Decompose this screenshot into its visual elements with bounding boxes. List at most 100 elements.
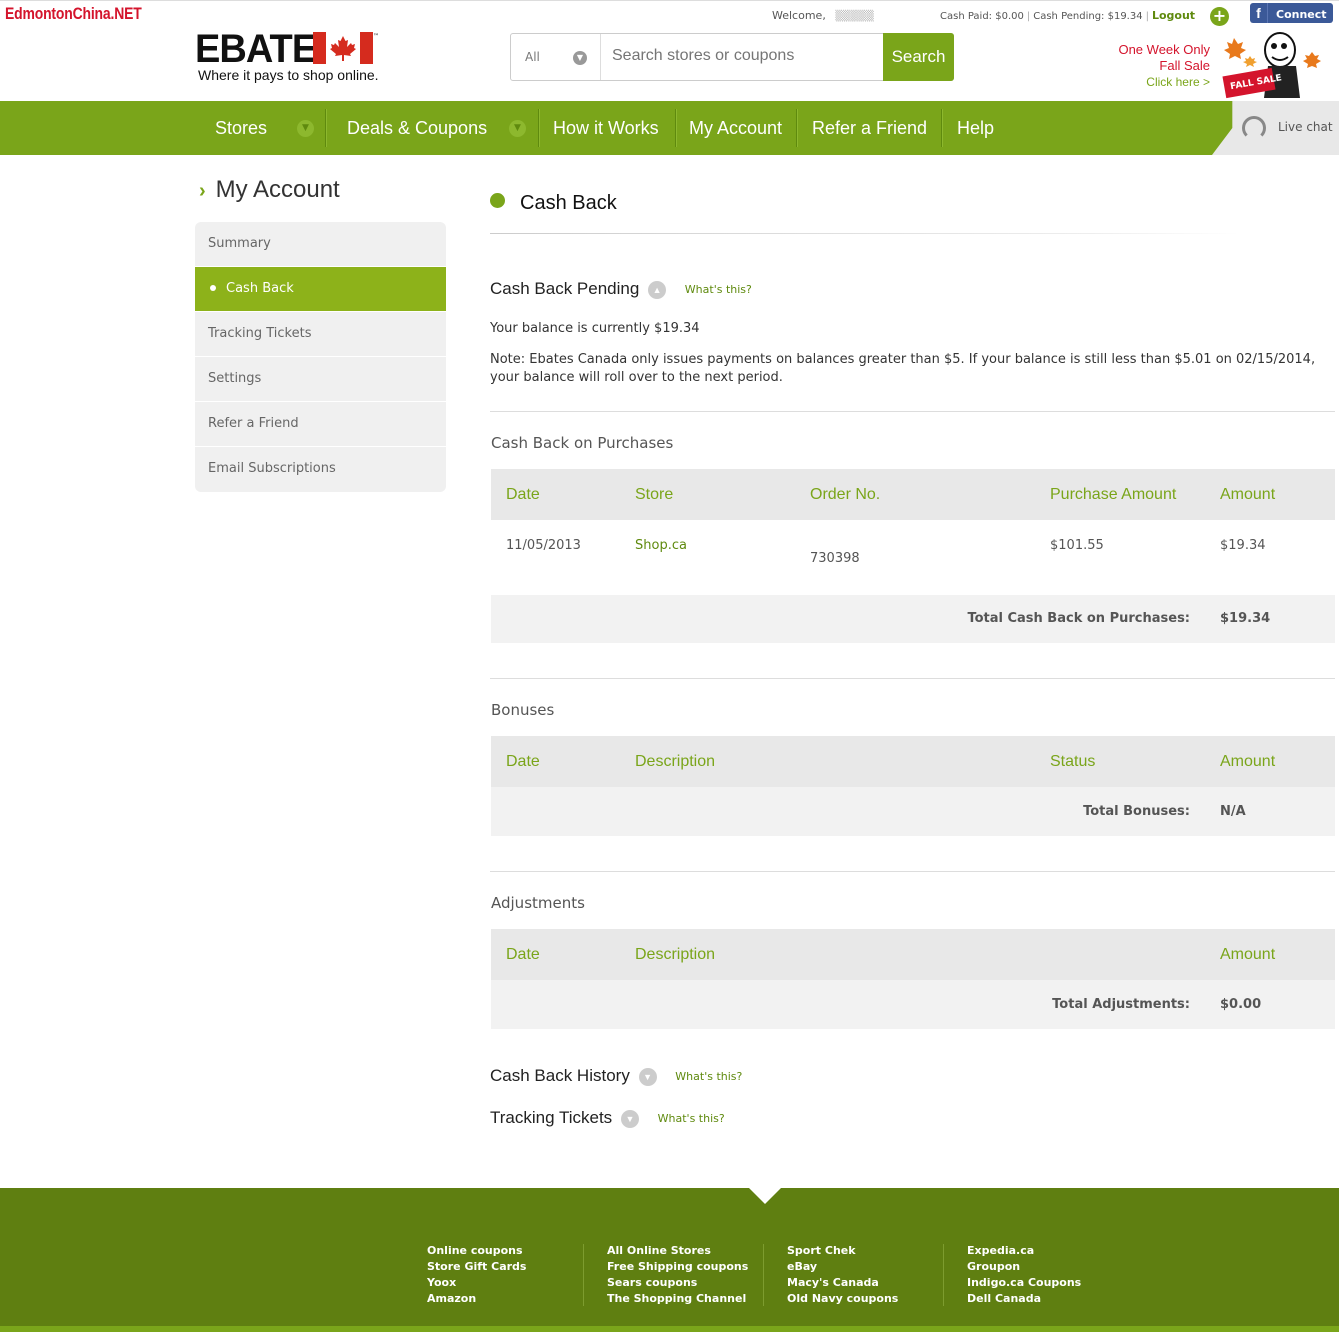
chevron-up-icon[interactable]: ▲ — [648, 280, 667, 299]
balance-text: Your balance is currently $19.34 — [490, 321, 700, 336]
canada-flag-icon: ™ — [313, 32, 379, 64]
logout-link[interactable]: Logout — [1152, 9, 1195, 22]
footer-notch — [749, 1188, 781, 1204]
chevron-down-icon[interactable]: ▼ — [620, 1109, 639, 1128]
column-header-description[interactable]: Description — [635, 753, 715, 771]
nav-divider — [941, 109, 942, 147]
purchases-heading: Cash Back on Purchases — [491, 434, 674, 452]
chevron-down-icon[interactable]: ▼ — [509, 120, 526, 137]
payment-note: Note: Ebates Canada only issues payments… — [490, 352, 1316, 385]
footer-column-4: Expedia.ca Groupon Indigo.ca Coupons Del… — [967, 1243, 1081, 1307]
nav-refer-a-friend[interactable]: Refer a Friend — [812, 101, 927, 155]
footer-link[interactable]: Online coupons — [427, 1243, 526, 1259]
search-input[interactable] — [612, 47, 872, 65]
purchases-total-row: Total Cash Back on Purchases: $19.34 — [491, 595, 1335, 643]
footer-link[interactable]: Sears coupons — [607, 1275, 748, 1291]
footer-link[interactable]: Yoox — [427, 1275, 526, 1291]
search-category-select[interactable]: All ▼ — [511, 34, 601, 80]
nav-my-account[interactable]: My Account — [689, 101, 782, 155]
total-value: $0.00 — [1220, 997, 1262, 1012]
column-header-description[interactable]: Description — [635, 946, 715, 964]
footer-link[interactable]: Free Shipping coupons — [607, 1259, 748, 1275]
total-value: $19.34 — [1220, 611, 1271, 626]
footer-column-3: Sport Chek eBay Macy's Canada Old Navy c… — [787, 1243, 898, 1307]
column-header-amount[interactable]: Amount — [1220, 946, 1275, 964]
footer-link[interactable]: Dell Canada — [967, 1291, 1081, 1307]
row-store-link[interactable]: Shop.ca — [635, 538, 687, 553]
section-heading[interactable]: Cash Back History — [490, 1066, 630, 1085]
sidebar-title-text: My Account — [215, 176, 340, 203]
active-dot-icon — [210, 284, 216, 291]
whats-this-link[interactable]: What's this? — [685, 283, 752, 296]
column-header-order-no[interactable]: Order No. — [810, 486, 880, 504]
sidebar-item-cash-back[interactable]: Cash Back — [195, 267, 446, 312]
fall-sale-mascot-icon[interactable]: FALL SALE — [1220, 30, 1330, 102]
nav-stores[interactable]: Stores — [215, 101, 267, 155]
tracking-tickets-section: Tracking Tickets ▼ What's this? — [490, 1108, 725, 1128]
total-value: N/A — [1220, 804, 1246, 819]
chevron-down-icon: ▼ — [573, 51, 587, 65]
sidebar-title: › My Account — [199, 176, 340, 204]
sidebar-item-tracking-tickets[interactable]: Tracking Tickets — [195, 312, 446, 357]
footer-link[interactable]: eBay — [787, 1259, 898, 1275]
section-divider — [490, 411, 1335, 412]
sidebar-item-email-subscriptions[interactable]: Email Subscriptions — [195, 447, 446, 492]
nav-divider — [325, 109, 326, 147]
footer-link[interactable]: The Shopping Channel — [607, 1291, 748, 1307]
row-date: 11/05/2013 — [506, 538, 581, 553]
nav-how-it-works[interactable]: How it Works — [553, 101, 659, 155]
column-header-amount[interactable]: Amount — [1220, 486, 1275, 504]
ebates-logo[interactable]: EBATES ™ Where it pays to shop online. — [195, 29, 379, 83]
column-header-date[interactable]: Date — [506, 486, 540, 504]
bonuses-heading: Bonuses — [491, 701, 555, 719]
footer-divider — [583, 1244, 584, 1306]
footer-link[interactable]: Amazon — [427, 1291, 526, 1307]
footer-link[interactable]: Groupon — [967, 1259, 1081, 1275]
whats-this-link[interactable]: What's this? — [675, 1070, 742, 1083]
chevron-down-icon[interactable]: ▼ — [297, 120, 314, 137]
sidebar-item-settings[interactable]: Settings — [195, 357, 446, 402]
total-label: Total Cash Back on Purchases: — [967, 611, 1190, 626]
add-button[interactable]: + — [1210, 7, 1229, 26]
column-header-status[interactable]: Status — [1050, 753, 1095, 771]
sidebar-item-summary[interactable]: Summary — [195, 222, 446, 267]
footer-bottom-bar — [0, 1326, 1339, 1332]
search-button[interactable]: Search — [883, 33, 954, 81]
nav-deals-coupons[interactable]: Deals & Coupons — [347, 101, 487, 155]
adjustments-heading: Adjustments — [491, 894, 585, 912]
footer-link[interactable]: Sport Chek — [787, 1243, 898, 1259]
column-header-purchase-amount[interactable]: Purchase Amount — [1050, 486, 1176, 504]
nav-divider — [675, 109, 676, 147]
column-header-date[interactable]: Date — [506, 946, 540, 964]
column-header-amount[interactable]: Amount — [1220, 753, 1275, 771]
fall-sale-promo[interactable]: One Week Only Fall Sale Click here > — [1110, 42, 1210, 90]
footer-link[interactable]: Store Gift Cards — [427, 1259, 526, 1275]
page-title: Cash Back — [490, 192, 617, 215]
welcome-text: Welcome, ▒▒▒▒▒ — [772, 9, 874, 22]
cash-back-history-section: Cash Back History ▼ What's this? — [490, 1066, 742, 1086]
total-label: Total Bonuses: — [1083, 804, 1190, 819]
cash-back-pending-section: Cash Back Pending ▲ What's this? — [490, 279, 752, 299]
column-header-store[interactable]: Store — [635, 486, 673, 504]
promo-line-1: One Week Only — [1118, 42, 1210, 57]
trademark-symbol: ™ — [373, 33, 379, 40]
nav-help[interactable]: Help — [957, 101, 994, 155]
chevron-down-icon[interactable]: ▼ — [638, 1067, 657, 1086]
adjustments-table-header: Date Description Amount — [491, 929, 1335, 980]
section-heading[interactable]: Tracking Tickets — [490, 1108, 612, 1127]
section-divider — [490, 678, 1335, 679]
facebook-connect-button[interactable]: f Connect — [1250, 3, 1333, 23]
promo-link[interactable]: Click here > — [1110, 74, 1210, 90]
nav-divider — [796, 109, 797, 147]
footer-link[interactable]: Expedia.ca — [967, 1243, 1081, 1259]
sidebar-item-refer-a-friend[interactable]: Refer a Friend — [195, 402, 446, 447]
column-header-date[interactable]: Date — [506, 753, 540, 771]
footer-link[interactable]: Indigo.ca Coupons — [967, 1275, 1081, 1291]
logo-tagline: Where it pays to shop online. — [198, 67, 379, 83]
whats-this-link[interactable]: What's this? — [658, 1112, 725, 1125]
footer-link[interactable]: All Online Stores — [607, 1243, 748, 1259]
footer-link[interactable]: Macy's Canada — [787, 1275, 898, 1291]
adjustments-total-row: Total Adjustments: $0.00 — [491, 980, 1335, 1029]
nav-divider — [538, 109, 539, 147]
footer-link[interactable]: Old Navy coupons — [787, 1291, 898, 1307]
